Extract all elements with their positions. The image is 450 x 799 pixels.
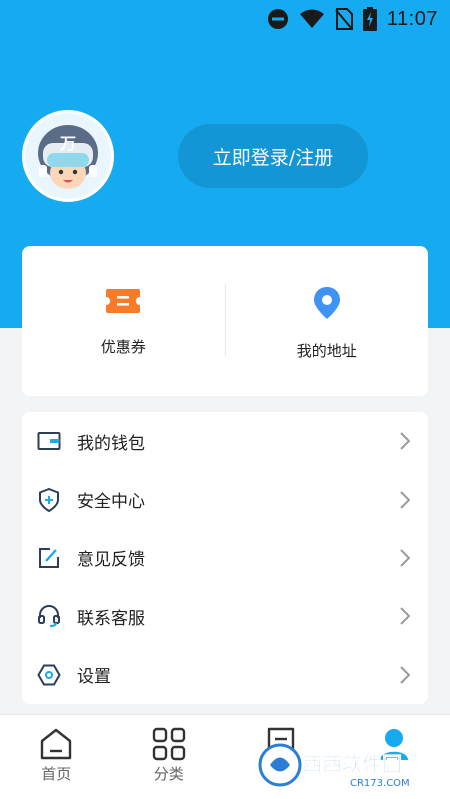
location-pin-icon: [313, 287, 340, 319]
coupon-item[interactable]: 优惠券: [22, 246, 225, 396]
quick-actions-card: 优惠券 我的地址: [22, 246, 428, 396]
edit-icon: [36, 545, 62, 571]
coupon-icon: [106, 289, 141, 313]
menu-item-label: 安全中心: [77, 492, 145, 513]
login-register-button[interactable]: 立即登录/注册: [178, 124, 368, 188]
watermark-logo: 西西软件园 CR173.COM: [258, 738, 442, 792]
address-item[interactable]: 我的地址: [226, 246, 429, 396]
avatar-mascot-icon: 万: [25, 113, 111, 199]
do-not-disturb-icon: [267, 9, 288, 29]
menu-item-customer-service[interactable]: 联系客服: [22, 587, 428, 645]
tab-label: 分类: [153, 765, 184, 783]
menu-item-feedback[interactable]: 意见反馈: [22, 529, 428, 587]
battery-charging-icon: [362, 7, 377, 31]
menu-card: 我的钱包 安全中心 意见反馈 联系客服 设置: [22, 412, 428, 704]
settings-icon: [36, 662, 62, 688]
menu-item-settings[interactable]: 设置: [22, 646, 428, 704]
menu-item-wallet[interactable]: 我的钱包: [22, 412, 428, 470]
wallet-icon: [36, 428, 62, 454]
coupon-label: 优惠券: [100, 338, 146, 356]
tab-label: 首页: [41, 765, 72, 783]
grid-icon: [152, 727, 185, 761]
svg-text:万: 万: [59, 134, 76, 153]
chevron-right-icon: [400, 549, 410, 567]
menu-item-security[interactable]: 安全中心: [22, 470, 428, 528]
home-icon: [41, 728, 72, 760]
shield-icon: [36, 487, 62, 513]
headset-icon: [36, 603, 62, 629]
menu-item-label: 设置: [77, 667, 111, 688]
tab-category[interactable]: 分类: [113, 715, 226, 799]
no-sim-icon: [335, 8, 353, 30]
avatar[interactable]: 万: [22, 110, 114, 202]
menu-item-label: 我的钱包: [77, 433, 145, 454]
tab-home[interactable]: 首页: [0, 715, 113, 799]
address-label: 我的地址: [296, 342, 357, 360]
svg-text:西西软件园: 西西软件园: [302, 752, 402, 776]
chevron-right-icon: [400, 490, 410, 509]
svg-text:CR173.COM: CR173.COM: [350, 778, 410, 789]
menu-item-label: 意见反馈: [77, 550, 145, 571]
chevron-right-icon: [400, 607, 410, 626]
menu-item-label: 联系客服: [77, 608, 145, 629]
wifi-icon: [299, 9, 324, 28]
status-bar: 11:07: [0, 0, 450, 38]
status-time: 11:07: [386, 7, 438, 30]
chevron-right-icon: [400, 432, 410, 450]
chevron-right-icon: [400, 666, 410, 684]
